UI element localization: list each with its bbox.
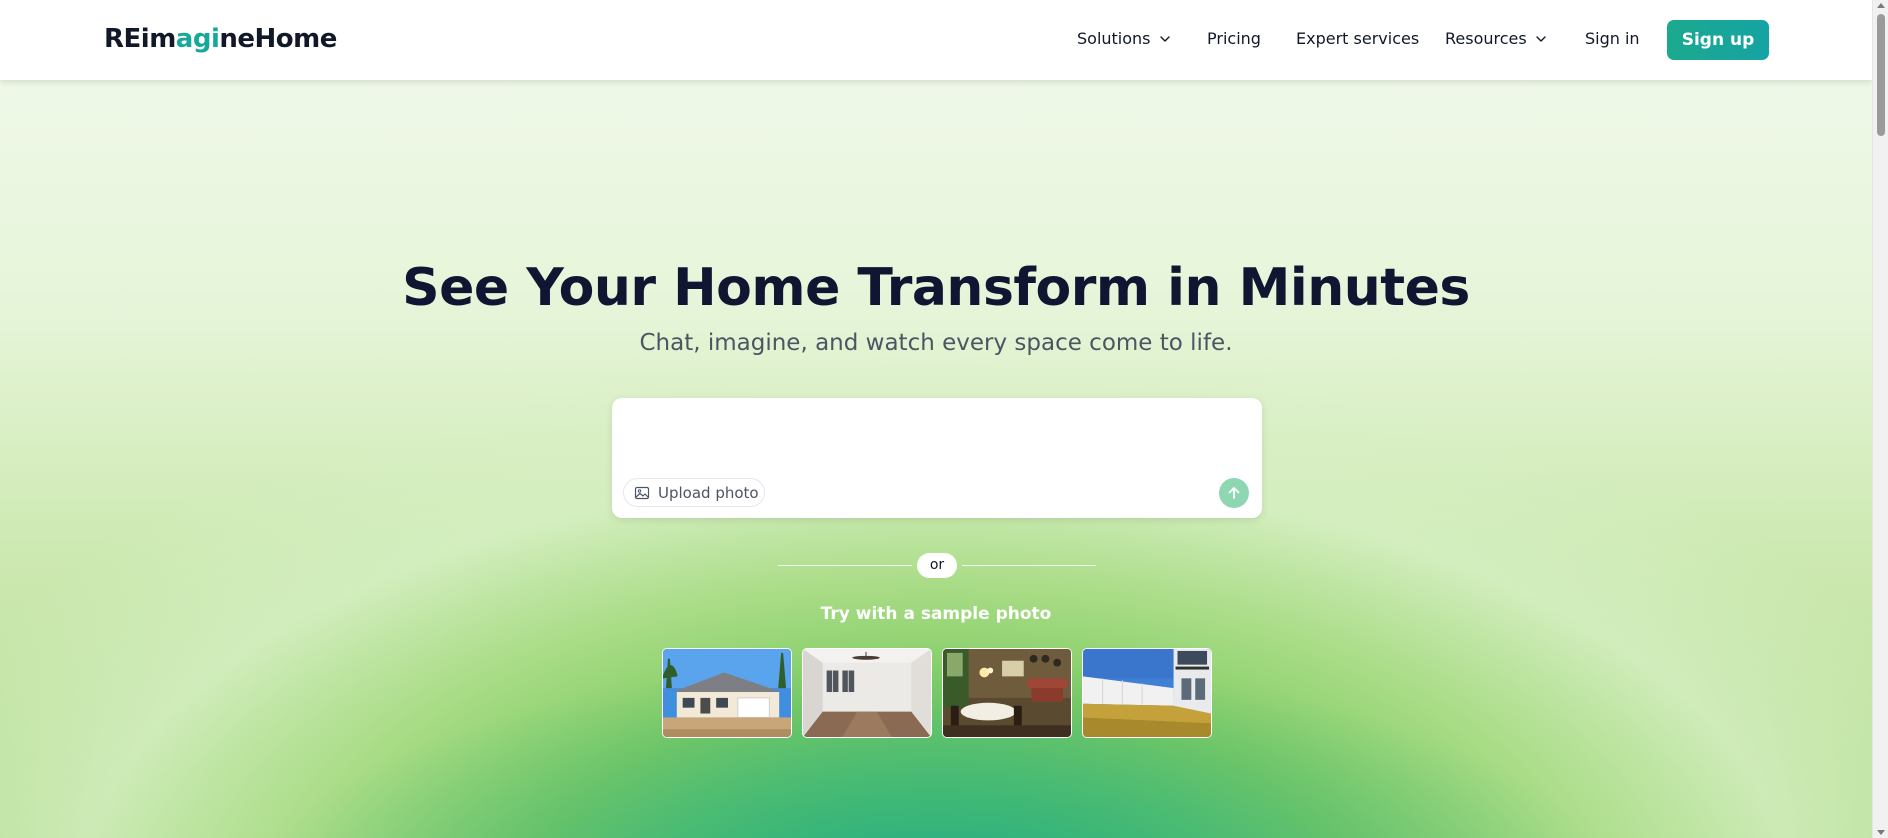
chevron-down-icon: [1159, 35, 1170, 42]
sample-photo-dining-room[interactable]: [942, 648, 1072, 738]
image-upload-icon: [634, 486, 650, 499]
backyard-image: [1083, 649, 1211, 737]
nav-solutions[interactable]: Solutions: [1077, 29, 1171, 48]
dining-room-image: [943, 649, 1071, 737]
hero-subtitle: Chat, imagine, and watch every space com…: [639, 330, 1233, 356]
sign-up-button[interactable]: Sign up: [1667, 20, 1769, 60]
sample-photo-empty-room[interactable]: [802, 648, 932, 738]
nav-pricing[interactable]: Pricing: [1207, 29, 1261, 48]
or-divider: or: [917, 553, 957, 578]
logo[interactable]: REimagineHome: [104, 24, 337, 54]
nav-solutions-label: Solutions: [1077, 29, 1151, 48]
empty-room-image: [803, 649, 931, 737]
chevron-down-icon: [1536, 35, 1546, 42]
nav-pricing-label: Pricing: [1207, 29, 1261, 48]
upload-photo-label: Upload photo: [658, 483, 759, 502]
prompt-box: Upload photo: [612, 398, 1262, 518]
divider-line-left: [778, 565, 912, 566]
nav-expert-services-label: Expert services: [1296, 29, 1420, 48]
scroll-down-arrow-icon[interactable]: [1877, 830, 1885, 835]
page: REimagineHome Solutions Pricing Expert s…: [0, 0, 1872, 838]
arrow-up-icon: [1228, 487, 1240, 499]
top-navigation: REimagineHome Solutions Pricing Expert s…: [0, 0, 1872, 80]
nav-sign-in[interactable]: Sign in: [1585, 29, 1640, 48]
page-scrollbar[interactable]: [1872, 0, 1888, 838]
divider-line-right: [962, 565, 1096, 566]
nav-resources[interactable]: Resources: [1445, 29, 1547, 48]
sample-photo-backyard[interactable]: [1082, 648, 1212, 738]
prompt-input[interactable]: [626, 408, 1246, 468]
sample-photo-label: Try with a sample photo: [820, 604, 1052, 624]
nav-expert-services[interactable]: Expert services: [1296, 29, 1419, 48]
scrollbar-thumb[interactable]: [1877, 14, 1885, 136]
scroll-up-arrow-icon[interactable]: [1877, 3, 1885, 8]
nav-resources-label: Resources: [1445, 29, 1527, 48]
sample-photo-house-exterior[interactable]: [662, 648, 792, 738]
send-button[interactable]: [1219, 478, 1249, 508]
upload-photo-button[interactable]: Upload photo: [623, 478, 765, 507]
nav-sign-in-label: Sign in: [1585, 29, 1640, 48]
house-exterior-image: [663, 649, 791, 737]
hero-title: See Your Home Transform in Minutes: [402, 258, 1470, 318]
